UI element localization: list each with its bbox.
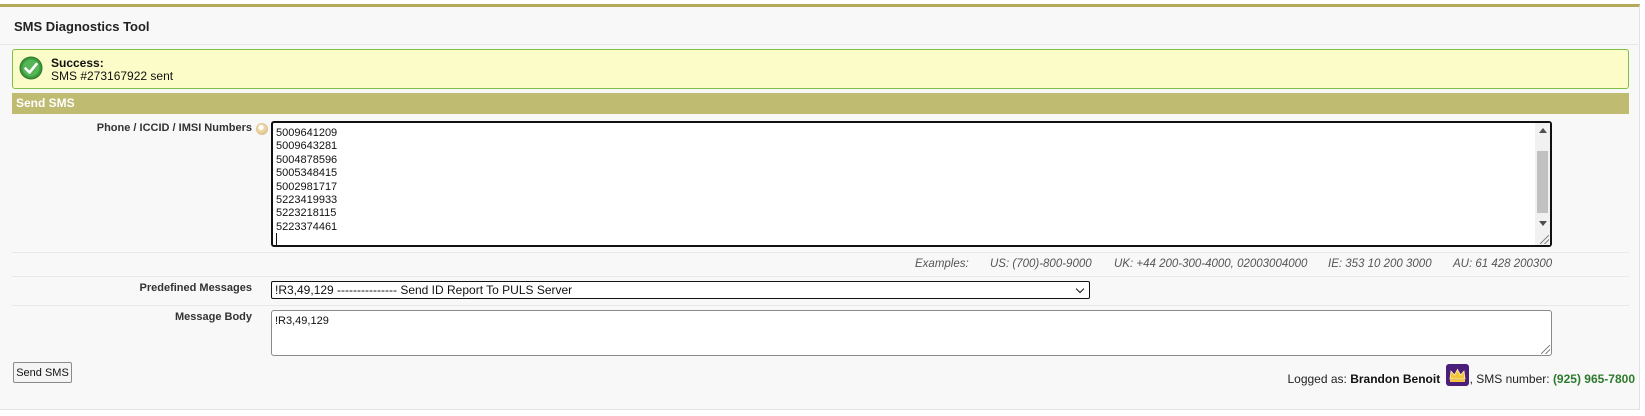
numbers-label: Phone / ICCID / IMSI Numbers xyxy=(96,122,252,134)
scroll-up-arrow-icon[interactable] xyxy=(1539,128,1547,133)
row-divider xyxy=(12,276,1629,277)
crown-icon xyxy=(1445,364,1469,386)
sms-number: (925) 965-7800 xyxy=(1552,372,1635,386)
message-body-label: Message Body xyxy=(174,311,252,323)
phone-number-line: 5002981717 xyxy=(276,180,338,193)
user-info: Logged as: Brandon Benoit , SMS number: … xyxy=(1287,364,1635,392)
alert-title: Success: xyxy=(51,56,104,70)
predefined-messages-select[interactable]: !R3,49,129 --------------- Send ID Repor… xyxy=(271,281,1090,299)
send-sms-section-header: Send SMS xyxy=(12,93,1629,114)
chevron-down-icon xyxy=(1075,284,1085,294)
resize-handle-icon[interactable] xyxy=(1540,235,1549,244)
phone-number-line: 5223218115 xyxy=(276,207,337,220)
predefined-messages-label: Predefined Messages xyxy=(139,282,253,294)
example-au: AU: 61 428 200300 xyxy=(1453,258,1553,270)
help-icon[interactable] xyxy=(256,123,268,135)
phone-number-line: 5223374461 xyxy=(276,220,338,233)
phone-number-line: 5004878596 xyxy=(276,153,338,166)
title-divider xyxy=(0,44,1638,45)
crown-glyph-icon xyxy=(1449,368,1466,382)
resize-handle-icon[interactable] xyxy=(1541,345,1550,354)
scroll-thumb[interactable] xyxy=(1537,151,1548,213)
page-title: SMS Diagnostics Tool xyxy=(14,19,150,34)
success-alert: Success: SMS #273167922 sent xyxy=(12,49,1629,89)
example-ie: IE: 353 10 200 3000 xyxy=(1328,258,1432,270)
phone-numbers-list: 5009641209 5009643281 5004878596 5005348… xyxy=(276,127,337,234)
row-divider xyxy=(12,305,1629,306)
phone-number-line: 5223419933 xyxy=(276,194,338,207)
examples-label: Examples: xyxy=(915,258,969,270)
phone-numbers-textarea[interactable]: 5009641209 5009643281 5004878596 5005348… xyxy=(271,121,1552,247)
phone-number-line: 5005348415 xyxy=(276,167,338,180)
example-uk: UK: +44 200-300-4000, 02003004000 xyxy=(1114,258,1308,270)
row-divider xyxy=(12,252,1629,253)
phone-number-line: 5009643281 xyxy=(276,140,338,153)
message-body-textarea[interactable]: !R3,49,129 xyxy=(271,310,1552,356)
send-sms-button[interactable]: Send SMS xyxy=(13,362,72,383)
phone-number-line: 5009641209 xyxy=(276,127,338,139)
alert-message: SMS #273167922 sent xyxy=(51,69,174,83)
user-name: Brandon Benoit xyxy=(1350,372,1441,386)
textarea-scrollbar[interactable] xyxy=(1535,123,1550,245)
check-circle-icon xyxy=(19,56,43,80)
text-cursor xyxy=(276,233,277,245)
scroll-down-arrow-icon[interactable] xyxy=(1539,221,1547,226)
logged-as-label: Logged as: xyxy=(1287,372,1347,386)
sms-number-label: , SMS number: xyxy=(1469,372,1550,386)
message-body-value: !R3,49,129 xyxy=(275,315,329,327)
example-us: US: (700)-800-9000 xyxy=(990,258,1092,270)
predefined-selected-value: !R3,49,129 --------------- Send ID Repor… xyxy=(275,283,573,297)
